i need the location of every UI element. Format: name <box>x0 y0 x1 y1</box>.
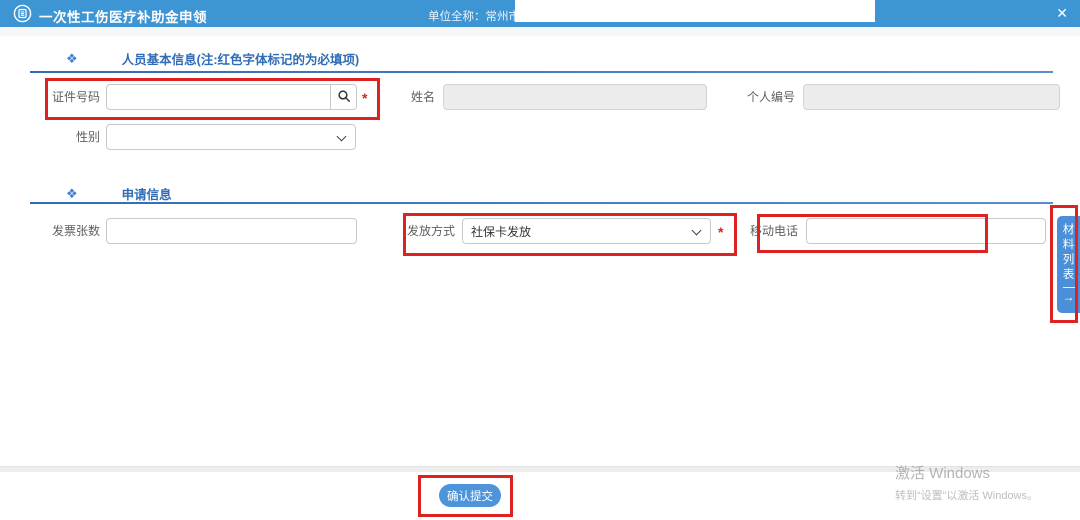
name-label: 姓名 <box>395 84 435 110</box>
section-basic-header: ❖ 人员基本信息(注:红色字体标记的为必填项) <box>66 49 359 68</box>
tab-divider <box>1063 287 1075 288</box>
search-icon <box>337 89 351 106</box>
mobile-input[interactable] <box>806 218 1046 244</box>
section-diamond-icon: ❖ <box>66 186 78 202</box>
cert-no-group <box>106 84 357 110</box>
gender-label: 性别 <box>40 124 100 150</box>
watermark-line2: 转到“设置”以激活 Windows。 <box>895 487 1038 503</box>
cert-no-label: 证件号码 <box>40 84 100 110</box>
section-basic-divider <box>30 71 1053 73</box>
invoice-count-label: 发票张数 <box>40 218 100 244</box>
page-title: 一次性工伤医疗补助金申领 <box>39 6 207 26</box>
personal-no-label: 个人编号 <box>735 84 795 110</box>
arrow-right-icon: → <box>1063 290 1075 304</box>
redaction-overlay <box>515 0 875 22</box>
payment-method-required-star: * <box>718 224 723 240</box>
section-basic-title: 人员基本信息(注:红色字体标记的为必填项) <box>122 49 360 68</box>
materials-list-tab[interactable]: 材料列表 → <box>1057 216 1080 313</box>
materials-list-tab-label: 材料列表 <box>1062 223 1076 283</box>
cert-no-input[interactable] <box>106 84 331 110</box>
payment-method-label: 发放方式 <box>405 218 455 244</box>
confirm-submit-button[interactable]: 确认提交 <box>439 484 501 507</box>
header-gap-strip <box>0 27 1080 36</box>
section-diamond-icon: ❖ <box>66 51 78 67</box>
window-titlebar: 一次性工伤医疗补助金申领 单位全称：常州市钟楼区 ✕ <box>0 0 1080 27</box>
section-application-title: 申请信息 <box>122 184 172 203</box>
form-document-icon <box>13 4 32 23</box>
windows-activation-watermark: 激活 Windows 转到“设置”以激活 Windows。 <box>895 462 1038 503</box>
payment-method-select-value: 社保卡发放 <box>471 223 531 240</box>
close-icon[interactable]: ✕ <box>1056 4 1068 23</box>
cert-no-search-button[interactable] <box>331 84 357 110</box>
section-application-divider <box>30 202 1053 204</box>
cert-no-required-star: * <box>362 90 367 106</box>
mobile-label: 移动电话 <box>750 218 798 244</box>
chevron-down-icon <box>337 132 347 142</box>
watermark-line1: 激活 Windows <box>895 462 1038 483</box>
unit-fullname-label: 单位全称： <box>428 11 486 23</box>
invoice-count-input[interactable] <box>106 218 357 244</box>
payment-method-select[interactable]: 社保卡发放 <box>462 218 711 244</box>
personal-no-input <box>803 84 1060 110</box>
section-application-header: ❖ 申请信息 <box>66 184 172 203</box>
gender-select <box>106 124 356 150</box>
name-input <box>443 84 707 110</box>
chevron-down-icon <box>692 226 702 236</box>
